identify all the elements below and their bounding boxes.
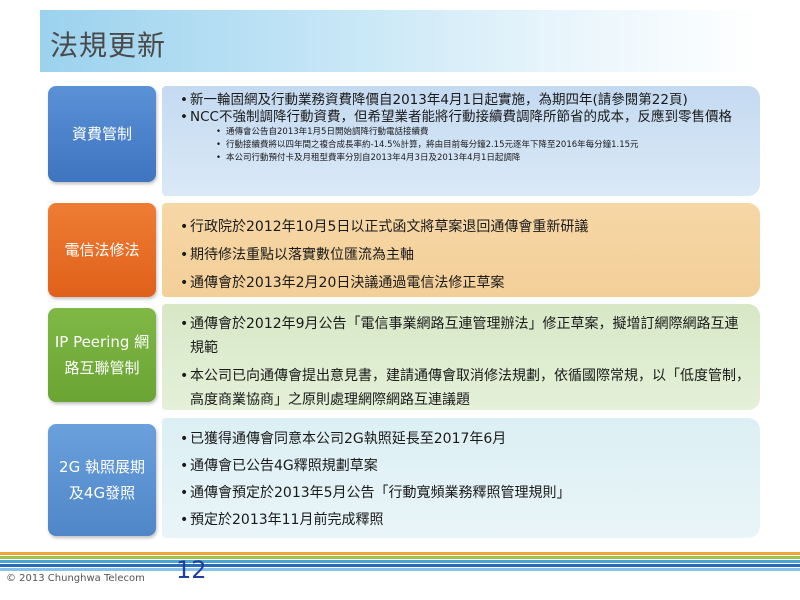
- copyright-text: © 2013 Chunghwa Telecom: [6, 573, 145, 584]
- sub-bullet-item: 通傳會公告自2013年1月5日開始調降行動電話接續費: [180, 126, 750, 139]
- bullet-item: 通傳會於2013年2月20日決議通過電信法修正草案: [180, 269, 750, 297]
- section-tariff-regulation: 資費管制 新一輪固網及行動業務資費降價自2013年4月1日起實施，為期四年(請參…: [48, 86, 760, 196]
- sub-bullet-item: 行動接續費將以四年間之複合成長率約-14.5%計算，將由目前每分鐘2.15元逐年…: [180, 139, 750, 152]
- bullet-item: 本公司已向通傳會提出意見書，建請通傳會取消修法規劃，依循國際常規，以「低度管制，…: [180, 364, 750, 412]
- section-label-line: 路互聯管制: [64, 359, 140, 377]
- footer-stripe: [0, 564, 800, 567]
- section-content: 行政院於2012年10月5日以正式函文將草案退回通傳會重新研議 期待修法重點以落…: [162, 203, 760, 297]
- section-2g-4g-license: 2G 執照展期 及4G發照 已獲得通傳會同意本公司2G執照延長至2017年6月 …: [48, 418, 760, 538]
- bullet-item: 期待修法重點以落實數位匯流為主軸: [180, 241, 750, 269]
- section-ip-peering: IP Peering 網 路互聯管制 通傳會於2012年9月公告「電信事業網路互…: [48, 304, 760, 410]
- page-title: 法規更新: [50, 29, 167, 62]
- bullet-item: 通傳會已公告4G釋照規劃草案: [180, 453, 750, 480]
- section-label: IP Peering 網 路互聯管制: [48, 308, 156, 402]
- title-bar: 法規更新: [40, 10, 760, 72]
- section-label-line: 2G 執照展期: [59, 457, 145, 476]
- section-label-line: IP Peering 網: [54, 332, 150, 351]
- bullet-item: 已獲得通傳會同意本公司2G執照延長至2017年6月: [180, 426, 750, 453]
- section-label: 2G 執照展期 及4G發照: [48, 424, 156, 536]
- section-label-line: 及4G發照: [68, 484, 136, 502]
- section-label: 資費管制: [48, 86, 156, 182]
- footer-stripe: [0, 552, 800, 555]
- footer-stripe: [0, 568, 800, 571]
- bullet-item: 通傳會於2012年9月公告「電信事業網路互連管理辦法」修正草案，擬增訂網際網路互…: [180, 312, 750, 360]
- sub-bullet-item: 本公司行動預付卡及月租型費率分別自2013年4月3日及2013年4月1日起調降: [180, 152, 750, 165]
- footer-stripes: [0, 552, 800, 572]
- bullet-item: NCC不強制調降行動資費，但希望業者能將行動接續費調降所節省的成本，反應到零售價…: [180, 109, 750, 126]
- bullet-item: 行政院於2012年10月5日以正式函文將草案退回通傳會重新研議: [180, 213, 750, 241]
- section-telecom-law: 電信法修法 行政院於2012年10月5日以正式函文將草案退回通傳會重新研議 期待…: [48, 203, 760, 297]
- bullet-item: 通傳會預定於2013年5月公告「行動寬頻業務釋照管理規則」: [180, 480, 750, 507]
- footer-stripe: [0, 560, 800, 563]
- footer-stripe: [0, 556, 800, 559]
- page-number: 12: [176, 556, 207, 584]
- section-content: 已獲得通傳會同意本公司2G執照延長至2017年6月 通傳會已公告4G釋照規劃草案…: [162, 418, 760, 538]
- section-content: 通傳會於2012年9月公告「電信事業網路互連管理辦法」修正草案，擬增訂網際網路互…: [162, 304, 760, 410]
- section-content: 新一輪固網及行動業務資費降價自2013年4月1日起實施，為期四年(請參閱第22頁…: [162, 86, 760, 196]
- section-label: 電信法修法: [48, 203, 156, 297]
- bullet-item: 新一輪固網及行動業務資費降價自2013年4月1日起實施，為期四年(請參閱第22頁…: [180, 92, 750, 109]
- bullet-item: 預定於2013年11月前完成釋照: [180, 507, 750, 534]
